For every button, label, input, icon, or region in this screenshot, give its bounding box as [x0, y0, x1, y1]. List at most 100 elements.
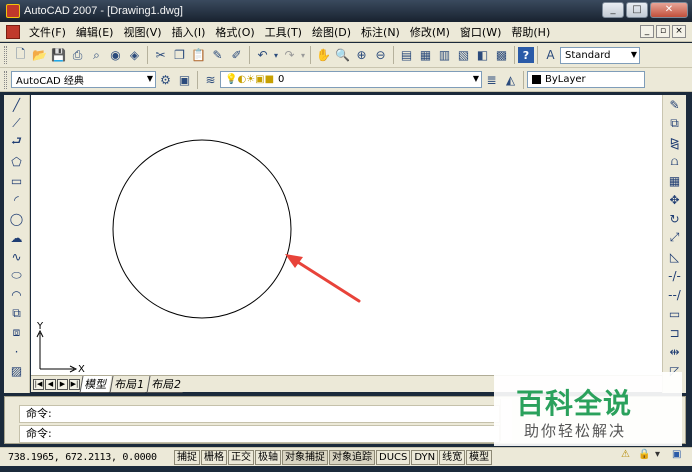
polyline-icon[interactable]: ⮐: [4, 133, 29, 152]
menu-edit[interactable]: 编辑(E): [71, 24, 119, 40]
ellipse-icon[interactable]: ⬭: [4, 266, 29, 285]
snap-toggle[interactable]: 捕捉: [174, 449, 200, 465]
menu-view[interactable]: 视图(V): [118, 24, 166, 40]
new-file-icon[interactable]: 🗋: [11, 46, 30, 65]
first-tab-icon[interactable]: |◀: [33, 378, 44, 390]
command-input[interactable]: 命令:: [19, 425, 500, 443]
autocad-app-icon[interactable]: [6, 4, 20, 18]
minimize-button[interactable]: _: [602, 2, 624, 18]
spline-icon[interactable]: ∿: [4, 247, 29, 266]
undo-dropdown-icon[interactable]: ▾: [272, 46, 280, 65]
redo-dropdown-icon[interactable]: ▾: [299, 46, 307, 65]
tab-layout2[interactable]: 布局2: [146, 375, 186, 393]
toolbar-grip[interactable]: [4, 70, 7, 89]
insert-block-icon[interactable]: ⧉: [4, 304, 29, 323]
layer-select[interactable]: 💡◐☀▣■ 0 ▼: [220, 71, 482, 88]
drawing-canvas[interactable]: Y X: [31, 95, 662, 375]
construction-line-icon[interactable]: ⟋: [4, 114, 29, 133]
match-properties-icon[interactable]: ✎: [208, 46, 227, 65]
ortho-toggle[interactable]: 正交: [228, 449, 254, 465]
layer-manager-icon[interactable]: ≋: [201, 70, 220, 89]
make-layer-current-icon[interactable]: ≣: [482, 70, 501, 89]
otrack-toggle[interactable]: 对象追踪: [329, 449, 375, 465]
block-editor-icon[interactable]: ✐: [227, 46, 246, 65]
ellipse-arc-icon[interactable]: ◠: [4, 285, 29, 304]
lineweight-toggle[interactable]: 线宽: [439, 449, 466, 465]
tool-palettes-icon[interactable]: ▥: [435, 46, 454, 65]
dyn-toggle[interactable]: DYN: [411, 449, 439, 465]
trim-icon[interactable]: -/-: [663, 266, 686, 285]
layer-previous-icon[interactable]: ◭: [501, 70, 520, 89]
help-icon[interactable]: ?: [518, 47, 534, 63]
break-at-point-icon[interactable]: ▭: [663, 304, 686, 323]
undo-icon[interactable]: ↶: [253, 46, 272, 65]
close-button[interactable]: ✕: [650, 2, 688, 18]
osnap-toggle[interactable]: 对象捕捉: [282, 449, 328, 465]
cut-icon[interactable]: ✂: [151, 46, 170, 65]
toolbar-grip[interactable]: [4, 46, 7, 64]
tab-model[interactable]: 模型: [79, 375, 112, 393]
copy-object-icon[interactable]: ⧉: [663, 114, 686, 133]
print-icon[interactable]: ⎙: [68, 46, 87, 65]
zoom-window-icon[interactable]: ⊕: [352, 46, 371, 65]
scale-icon[interactable]: ⤢: [663, 228, 686, 247]
rotate-icon[interactable]: ↻: [663, 209, 686, 228]
array-icon[interactable]: ▦: [663, 171, 686, 190]
print-preview-icon[interactable]: ⌕: [87, 46, 106, 65]
pan-icon[interactable]: ✋: [314, 46, 333, 65]
paste-icon[interactable]: 📋: [189, 46, 208, 65]
3d-dwf-icon[interactable]: ◈: [125, 46, 144, 65]
erase-icon[interactable]: ✎: [663, 95, 686, 114]
publish-icon[interactable]: ◉: [106, 46, 125, 65]
menu-tools[interactable]: 工具(T): [260, 24, 307, 40]
polar-toggle[interactable]: 极轴: [255, 449, 281, 465]
drawn-circle[interactable]: [112, 139, 292, 319]
workspace-save-icon[interactable]: ▣: [175, 70, 194, 89]
ducs-toggle[interactable]: DUCS: [376, 449, 411, 465]
open-file-icon[interactable]: 📂: [30, 46, 49, 65]
hatch-icon[interactable]: ▨: [4, 361, 29, 380]
tab-layout1[interactable]: 布局1: [109, 375, 149, 393]
zoom-previous-icon[interactable]: ⊖: [371, 46, 390, 65]
copy-icon[interactable]: ❐: [170, 46, 189, 65]
maximize-button[interactable]: □: [626, 2, 648, 18]
arc-icon[interactable]: ◜: [4, 190, 29, 209]
menu-modify[interactable]: 修改(M): [405, 24, 455, 40]
coordinate-display[interactable]: 738.1965, 672.2113, 0.0000: [8, 452, 174, 463]
stretch-icon[interactable]: ◺: [663, 247, 686, 266]
polygon-icon[interactable]: ⬠: [4, 152, 29, 171]
previous-tab-icon[interactable]: ◀: [45, 378, 56, 390]
move-icon[interactable]: ✥: [663, 190, 686, 209]
text-style-icon[interactable]: A: [541, 46, 560, 65]
workspace-select[interactable]: AutoCAD 经典 ▼: [11, 71, 156, 88]
circle-icon[interactable]: ◯: [4, 209, 29, 228]
lock-icon[interactable]: 🔒: [638, 449, 652, 464]
make-block-icon[interactable]: ⧈: [4, 323, 29, 342]
document-icon[interactable]: [6, 24, 20, 39]
menu-file[interactable]: 文件(F): [24, 24, 71, 40]
doc-minimize-button[interactable]: _: [640, 25, 654, 38]
break-icon[interactable]: ⊐: [663, 323, 686, 342]
text-style-select[interactable]: Standard ▼: [560, 46, 640, 64]
calculator-icon[interactable]: ▩: [492, 46, 511, 65]
join-icon[interactable]: ⇹: [663, 342, 686, 361]
status-menu-icon[interactable]: ▾: [655, 449, 669, 464]
menu-dimension[interactable]: 标注(N): [356, 24, 405, 40]
workspace-settings-icon[interactable]: ⚙: [156, 70, 175, 89]
grid-toggle[interactable]: 栅格: [201, 449, 227, 465]
doc-close-button[interactable]: ×: [672, 25, 686, 38]
offset-icon[interactable]: ⩍: [663, 152, 686, 171]
extend-icon[interactable]: --/: [663, 285, 686, 304]
point-icon[interactable]: ·: [4, 342, 29, 361]
line-icon[interactable]: ╱: [4, 95, 29, 114]
save-icon[interactable]: 💾: [49, 46, 68, 65]
clean-screen-icon[interactable]: ▣: [672, 449, 686, 464]
design-center-icon[interactable]: ▦: [416, 46, 435, 65]
markup-icon[interactable]: ◧: [473, 46, 492, 65]
properties-icon[interactable]: ▤: [397, 46, 416, 65]
last-tab-icon[interactable]: ▶|: [69, 378, 80, 390]
communication-center-icon[interactable]: ⚠: [621, 449, 635, 464]
menu-window[interactable]: 窗口(W): [455, 24, 506, 40]
color-select[interactable]: ByLayer: [527, 71, 645, 88]
menu-help[interactable]: 帮助(H): [506, 24, 555, 40]
